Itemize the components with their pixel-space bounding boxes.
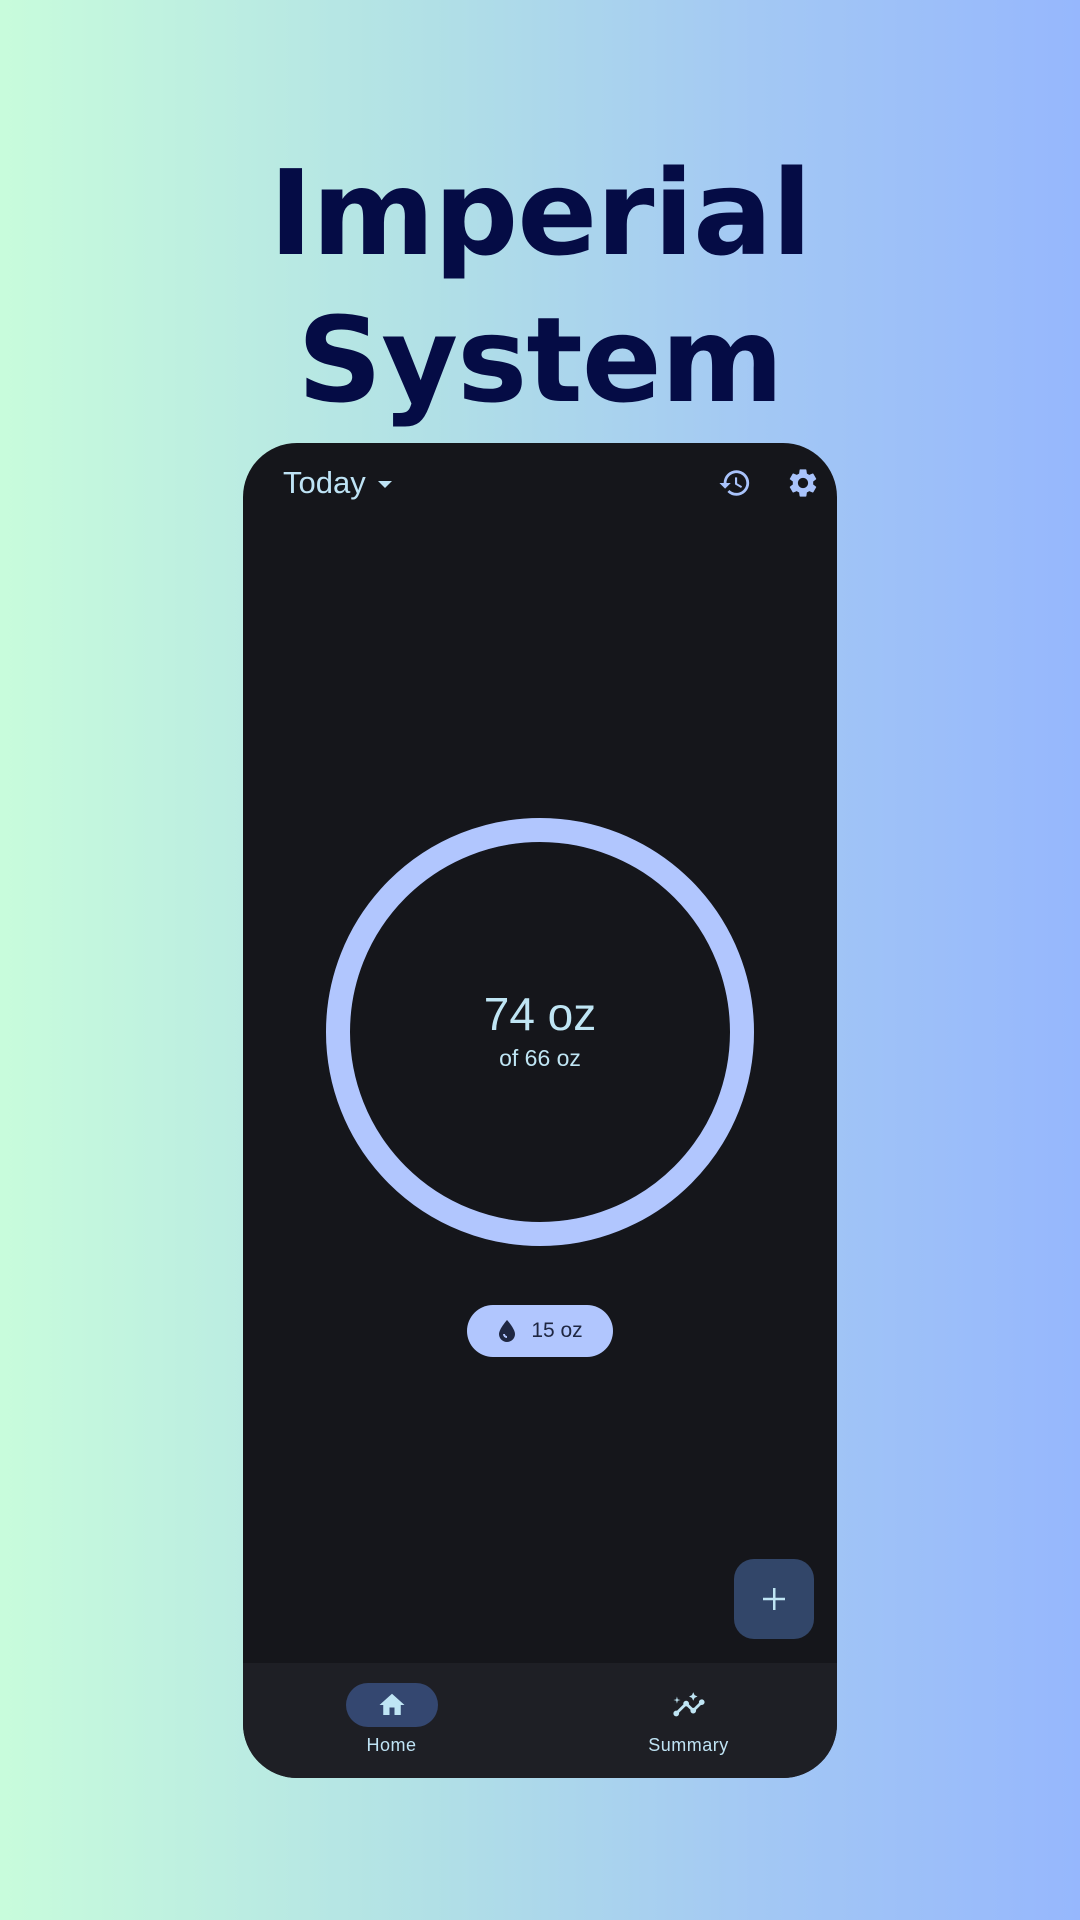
phone-screen: Today 74 oz of 66 oz 15 oz Home Summary [243,443,837,1778]
settings-button[interactable] [784,464,822,502]
promo-title-line-2: System [297,291,784,429]
home-icon [379,1693,404,1715]
history-icon [719,470,750,496]
water-drop-icon [499,1320,516,1342]
intake-value: 74 oz [483,988,597,1040]
goal-value: of 66 oz [499,1045,581,1071]
plus-icon [763,1588,785,1610]
insights-icon [672,1692,705,1717]
nav-item-home[interactable]: Home [243,1663,540,1778]
add-drink-button[interactable] [734,1559,814,1639]
nav-label-home: Home [366,1735,417,1755]
history-button[interactable] [716,464,754,502]
chevron-down-icon [377,480,392,488]
top-app-bar: Today [243,443,837,523]
gear-icon [789,469,817,497]
bottom-navigation: Home Summary [243,1663,837,1778]
quick-add-label: 15 oz [531,1319,583,1342]
quick-add-chip[interactable]: 15 oz [467,1305,613,1357]
date-label: Today [283,465,366,500]
promo-title: Imperial System [0,140,1080,434]
promo-title-line-1: Imperial [268,144,812,282]
nav-label-summary: Summary [648,1735,729,1755]
progress-ring: 74 oz of 66 oz [326,818,754,1246]
date-dropdown[interactable]: Today [283,461,392,505]
nav-item-summary[interactable]: Summary [540,1663,837,1778]
nav-summary-indicator [643,1683,735,1727]
nav-home-indicator [345,1683,438,1727]
